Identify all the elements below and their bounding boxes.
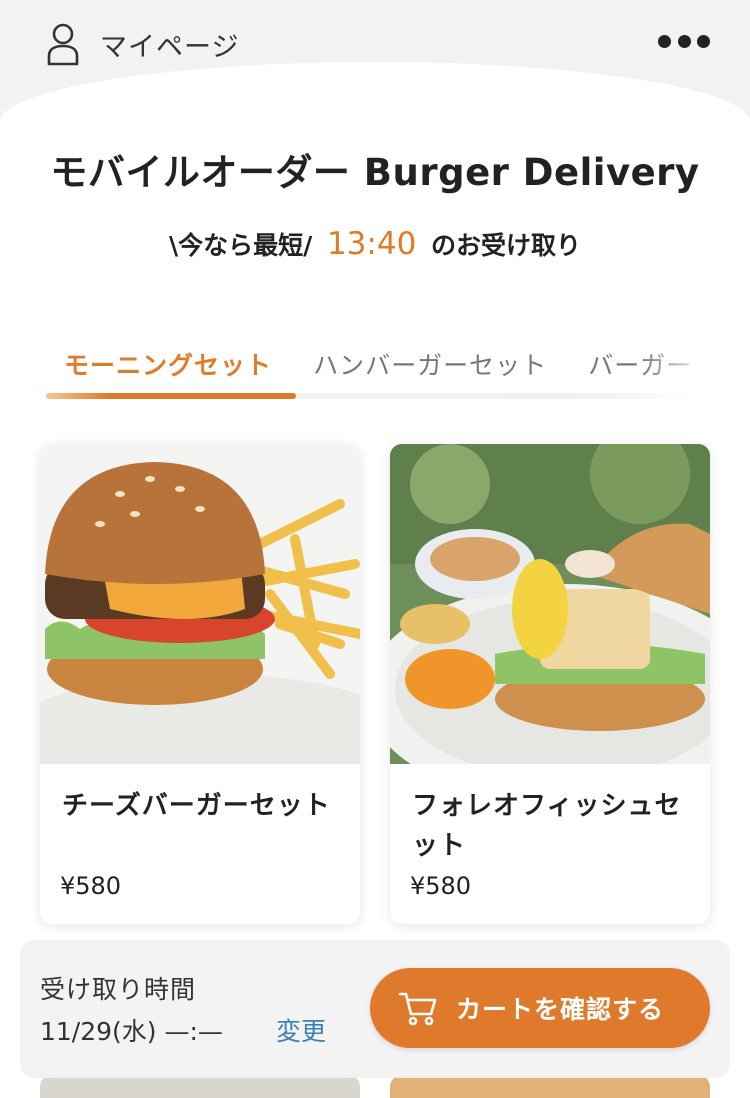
product-card-partial[interactable] [40,1075,360,1098]
cheeseburger-set-photo [40,444,360,764]
pickup-notice: \今なら最短/ 13:40 のお受け取り [0,226,750,262]
cart-icon [398,992,437,1026]
user-icon [47,23,79,66]
change-pickup-link[interactable]: 変更 [276,1012,326,1048]
pickup-time-label: 受け取り時間 [40,975,197,1004]
more-dot [658,34,671,48]
product-card-partial[interactable] [390,1075,710,1098]
view-cart-label: カートを確認する [456,995,665,1024]
tabs-fade [640,340,710,396]
more-dot [697,34,710,48]
pickup-time: 13:40 [326,226,417,262]
view-cart-button[interactable]: カートを確認する [370,968,710,1048]
pickup-time-value: 11/29(水) —:— [40,1017,223,1046]
product-name: チーズバーガーセット [62,791,331,821]
pickup-suffix: のお受け取り [431,231,582,260]
pickup-prefix: \今なら最短/ [168,231,313,260]
product-card[interactable]: フォレオフィッシュセット ¥580 [390,444,710,924]
product-price: ¥580 [410,872,472,900]
more-dot [677,34,691,48]
mypage-label: マイページ [100,31,240,63]
product-name: フォレオフィッシュセット [412,791,682,861]
tab-morning-set[interactable]: モーニングセット [46,340,290,392]
mypage-link[interactable]: マイページ [46,22,239,66]
fish-burger-set-photo [390,444,710,764]
tab-hamburger-set[interactable]: ハンバーガーセット [295,340,565,392]
category-tabs: モーニングセット ハンバーガーセット バーガー [46,340,706,400]
page-title: モバイルオーダー Burger Delivery [50,151,700,194]
product-price: ¥580 [60,872,122,900]
more-icon[interactable] [658,34,710,48]
product-card[interactable]: チーズバーガーセット ¥580 [40,444,360,924]
